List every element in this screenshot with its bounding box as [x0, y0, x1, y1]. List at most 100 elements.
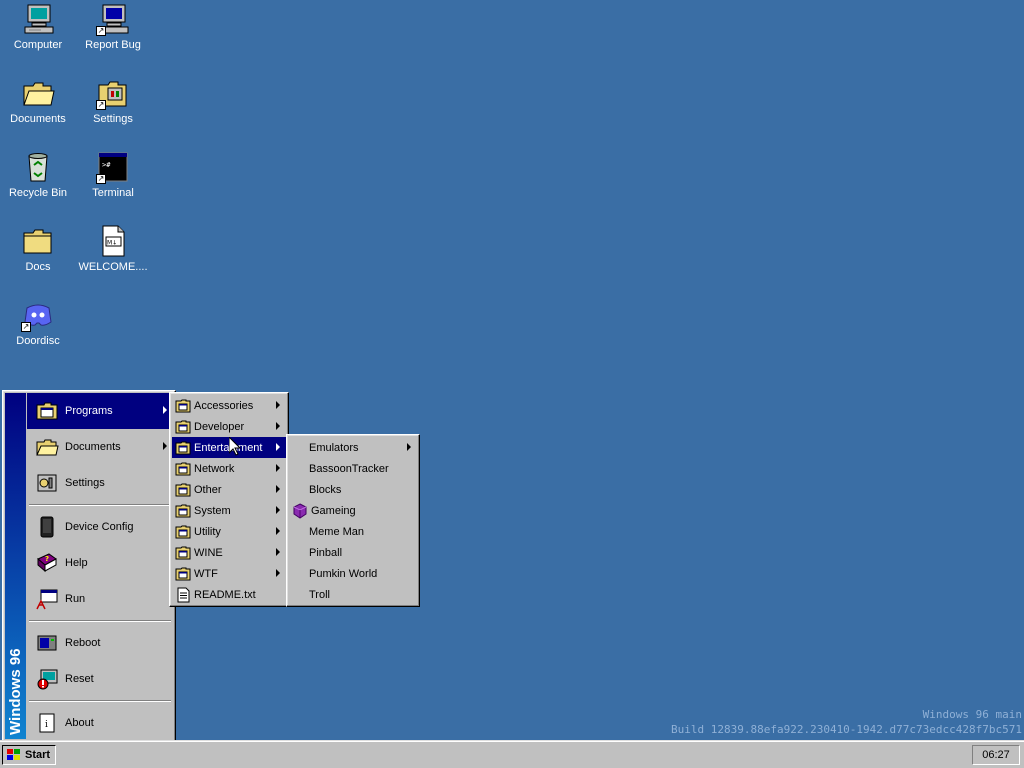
start-menu-item-label: Settings	[65, 477, 105, 489]
submenu-arrow-icon	[163, 442, 167, 450]
entertainment-item-bassoontracker[interactable]: BassoonTracker	[289, 458, 417, 479]
shortcut-arrow-icon: ↗	[96, 26, 106, 36]
programs-item-label: System	[194, 504, 231, 517]
program-folder-icon	[175, 525, 191, 538]
entertainment-item-pumkin-world[interactable]: Pumkin World	[289, 563, 417, 584]
entertainment-item-label: Pumkin World	[309, 567, 378, 580]
entertainment-item-blocks[interactable]: Blocks	[289, 479, 417, 500]
desktop-icon-label: Terminal	[92, 187, 134, 199]
desktop-icon-label: Docs	[25, 261, 51, 273]
start-menu-run[interactable]: Run	[27, 581, 173, 617]
desktop-icon-label: Documents	[10, 113, 66, 125]
windows-flag-icon	[7, 749, 20, 760]
programs-item-label: README.txt	[194, 588, 256, 601]
entertainment-item-label: BassoonTracker	[309, 462, 389, 475]
system-tray[interactable]: 06:27	[972, 745, 1020, 765]
help-book-icon: ?	[37, 553, 57, 573]
entertainment-item-label: Emulators	[309, 441, 359, 454]
start-menu-item-label: Documents	[65, 441, 121, 453]
programs-item-label: Developer	[194, 420, 245, 433]
programs-item-network[interactable]: Network	[172, 458, 286, 479]
shortcut-arrow-icon: ↗	[21, 322, 31, 332]
computer-icon	[21, 2, 55, 36]
menu-separator	[29, 504, 171, 506]
run-icon	[36, 589, 58, 610]
reboot-icon	[37, 635, 57, 651]
programs-item-label: WTF	[194, 567, 218, 580]
programs-item-wtf[interactable]: WTF	[172, 563, 286, 584]
text-file-icon	[177, 587, 190, 602]
entertainment-item-label: Blocks	[309, 483, 342, 496]
programs-item-label: Network	[194, 462, 235, 475]
entertainment-item-meme-man[interactable]: Meme Man	[289, 521, 417, 542]
desktop-icon-doordisc[interactable]: ↗ Doordisc	[1, 298, 75, 366]
program-folder-icon	[175, 483, 191, 496]
settings-icon	[37, 474, 57, 492]
reset-icon	[37, 669, 58, 690]
desktop-icon-settings[interactable]: ↗ Settings	[76, 76, 150, 144]
shortcut-arrow-icon: ↗	[96, 174, 106, 184]
desktop-icon-recycle-bin[interactable]: Recycle Bin	[1, 150, 75, 218]
menu-separator	[29, 700, 171, 702]
entertainment-item-pinball[interactable]: Pinball	[289, 542, 417, 563]
about-icon: i	[39, 713, 55, 733]
svg-text:i: i	[45, 720, 48, 730]
start-menu-help[interactable]: ? Help	[27, 545, 173, 581]
start-menu-settings[interactable]: Settings	[27, 465, 173, 501]
submenu-arrow-icon	[163, 406, 167, 414]
programs-item-developer[interactable]: Developer	[172, 416, 286, 437]
start-menu-banner: Windows 96	[5, 393, 26, 739]
entertainment-item-label: Troll	[309, 588, 330, 601]
program-folder-icon	[175, 462, 191, 475]
entertainment-item-emulators[interactable]: Emulators	[289, 437, 417, 458]
desktop-icon-documents[interactable]: Documents	[1, 76, 75, 144]
start-menu-brand: Windows 96	[7, 648, 24, 735]
program-folder-icon	[175, 504, 191, 517]
build-watermark-title: Windows 96 main	[922, 708, 1022, 721]
entertainment-submenu: Emulators BassoonTracker Blocks Gameing …	[286, 434, 420, 607]
start-menu-reset[interactable]: Reset	[27, 661, 173, 697]
device-icon	[40, 516, 54, 538]
programs-item-readme[interactable]: README.txt	[172, 584, 286, 605]
submenu-arrow-icon	[276, 548, 280, 556]
programs-item-accessories[interactable]: Accessories	[172, 395, 286, 416]
programs-item-label: Utility	[194, 525, 221, 538]
desktop-icon-docs[interactable]: Docs	[1, 224, 75, 292]
programs-item-utility[interactable]: Utility	[172, 521, 286, 542]
start-menu: Windows 96 Programs Documents Settings D…	[2, 390, 176, 742]
entertainment-item-label: Meme Man	[309, 525, 365, 538]
start-menu-about[interactable]: i About	[27, 705, 173, 741]
desktop-icon-report-bug[interactable]: ↗ Report Bug	[76, 2, 150, 70]
desktop-icon-terminal[interactable]: ># ↗ Terminal	[76, 150, 150, 218]
entertainment-item-troll[interactable]: Troll	[289, 584, 417, 605]
build-watermark-build: Build 12839.88efa922.230410-1942.d77c73e…	[671, 723, 1022, 736]
programs-item-label: WINE	[194, 546, 223, 559]
start-button[interactable]: Start	[2, 745, 56, 765]
start-menu-items: Programs Documents Settings Device Confi…	[27, 393, 173, 739]
program-folder-icon	[175, 546, 191, 559]
programs-item-wine[interactable]: WINE	[172, 542, 286, 563]
start-menu-item-label: Help	[65, 557, 88, 569]
desktop-icon-welcome[interactable]: M↓ WELCOME....	[76, 224, 150, 292]
folder-icon	[21, 224, 55, 258]
terminal-icon: ># ↗	[96, 150, 130, 184]
desktop-icon-label: Computer	[13, 39, 63, 51]
start-menu-documents[interactable]: Documents	[27, 429, 173, 465]
menu-separator	[29, 620, 171, 622]
markdown-file-icon: M↓	[96, 224, 130, 258]
desktop-icon-computer[interactable]: Computer	[1, 2, 75, 70]
start-menu-device-config[interactable]: Device Config	[27, 509, 173, 545]
start-menu-item-label: Reset	[65, 673, 94, 685]
start-menu-programs[interactable]: Programs	[27, 393, 173, 429]
desktop-icon-label: Settings	[93, 113, 133, 125]
start-menu-reboot[interactable]: Reboot	[27, 625, 173, 661]
doordisc-icon: ↗	[21, 298, 55, 332]
program-folder-icon	[175, 441, 191, 454]
programs-item-system[interactable]: System	[172, 500, 286, 521]
programs-item-other[interactable]: Other	[172, 479, 286, 500]
entertainment-item-label: Gameing	[311, 504, 356, 517]
mouse-cursor-icon	[229, 437, 241, 456]
entertainment-item-gameing[interactable]: Gameing	[289, 500, 417, 521]
submenu-arrow-icon	[407, 443, 411, 451]
shortcut-arrow-icon: ↗	[96, 100, 106, 110]
